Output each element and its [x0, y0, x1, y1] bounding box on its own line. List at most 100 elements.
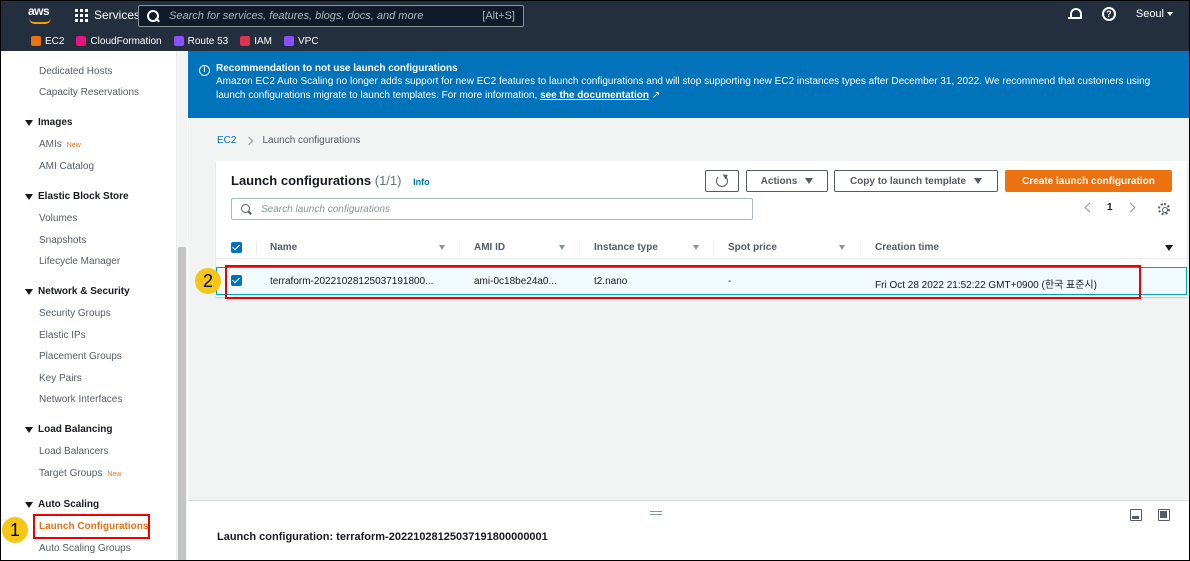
sort-descending-icon[interactable]: [1165, 245, 1173, 251]
favorite-route53[interactable]: Route 53: [173, 35, 229, 47]
panel-title: Launch configurations (1/1) Info: [231, 173, 430, 188]
sort-icon[interactable]: [559, 245, 565, 250]
vpc-service-icon: [283, 36, 294, 46]
sidebar-item-auto-scaling-groups[interactable]: Auto Scaling Groups: [39, 543, 131, 554]
favorite-label: VPC: [297, 35, 319, 47]
favorite-cloudformation[interactable]: CloudFormation: [76, 35, 162, 47]
sidebar-item-target-groups[interactable]: Target Groups New: [39, 468, 121, 479]
details-split-panel: Launch configuration: terraform-20221028…: [188, 500, 1189, 560]
info-link[interactable]: Info: [413, 177, 430, 187]
favorite-vpc[interactable]: VPC: [283, 35, 319, 47]
search-shortcut: [Alt+S]: [482, 10, 515, 22]
drag-handle-icon[interactable]: [650, 511, 662, 515]
sidebar-item-placement-groups[interactable]: Placement Groups: [39, 351, 122, 362]
chevron-right-icon[interactable]: [1125, 202, 1136, 213]
top-right-controls: ? Seoul: [1067, 7, 1173, 21]
aws-logo-text: aws: [28, 4, 50, 18]
global-search-input[interactable]: Search for services, features, blogs, do…: [138, 5, 524, 27]
create-launch-configuration-button[interactable]: Create launch configuration: [1005, 170, 1172, 192]
column-header-spot-price[interactable]: Spot price: [728, 242, 777, 253]
refresh-button[interactable]: [705, 170, 739, 192]
table-search-input[interactable]: Search launch configurations: [231, 198, 753, 220]
pagination: 1: [1084, 202, 1136, 213]
column-header-instance-type[interactable]: Instance type: [594, 242, 658, 253]
favorite-label: Route 53: [187, 35, 229, 47]
collapse-triangle-icon: [25, 193, 33, 200]
actions-label: Actions: [760, 175, 798, 187]
gear-icon[interactable]: [1158, 203, 1170, 215]
page-number[interactable]: 1: [1107, 202, 1113, 213]
favorite-label: EC2: [45, 35, 65, 47]
column-divider: [256, 241, 257, 255]
sidebar-item-ami-catalog[interactable]: AMI Catalog: [39, 161, 94, 172]
sidebar-section-load-balancing[interactable]: Load Balancing: [25, 424, 112, 435]
scrollbar-thumb[interactable]: [178, 247, 186, 560]
copy-to-launch-template-button[interactable]: Copy to launch template: [834, 170, 998, 192]
sidebar-scrollbar[interactable]: [177, 51, 187, 560]
sidebar-section-network-security[interactable]: Network & Security: [25, 286, 130, 297]
caret-down-icon: [805, 178, 814, 184]
section-heading: Load Balancing: [38, 424, 113, 435]
select-all-checkbox[interactable]: [231, 242, 242, 253]
favorites-bar: EC2 CloudFormation Route 53 IAM VPC: [1, 31, 1189, 51]
section-heading: Images: [38, 117, 73, 128]
sidebar-item-amis[interactable]: AMIs New: [39, 139, 81, 150]
new-badge: New: [107, 471, 122, 478]
column-header-creation-time[interactable]: Creation time: [875, 242, 939, 253]
table-search-placeholder: Search launch configurations: [261, 203, 390, 215]
sidebar-section-images[interactable]: Images: [25, 117, 72, 128]
refresh-icon: [716, 175, 728, 187]
sidebar-item-network-interfaces[interactable]: Network Interfaces: [39, 394, 122, 405]
section-heading: Elastic Block Store: [38, 191, 129, 202]
notifications-bell-icon[interactable]: [1067, 7, 1082, 21]
search-placeholder: Search for services, features, blogs, do…: [169, 10, 424, 22]
column-divider: [459, 241, 460, 255]
sidebar-item-capacity-reservations[interactable]: Capacity Reservations: [39, 87, 139, 98]
help-icon[interactable]: ?: [1101, 7, 1116, 21]
sidebar-item-snapshots[interactable]: Snapshots: [39, 235, 86, 246]
column-header-name[interactable]: Name: [270, 242, 297, 253]
external-link-icon[interactable]: ↗: [652, 90, 660, 101]
column-divider: [860, 241, 861, 255]
search-icon: [147, 10, 159, 22]
step-marker-2: 2: [195, 268, 221, 294]
sidebar-section-auto-scaling[interactable]: Auto Scaling: [25, 499, 99, 510]
sidebar-item-key-pairs[interactable]: Key Pairs: [39, 373, 82, 384]
collapse-triangle-icon: [25, 426, 33, 433]
aws-logo[interactable]: aws: [28, 5, 54, 25]
sidebar-item-elastic-ips[interactable]: Elastic IPs: [39, 330, 86, 341]
sidebar-item-lifecycle-manager[interactable]: Lifecycle Manager: [39, 256, 120, 267]
main-content: i Recommendation to not use launch confi…: [188, 51, 1189, 560]
breadcrumb: EC2 Launch configurations: [217, 135, 360, 146]
favorite-ec2[interactable]: EC2: [31, 36, 64, 47]
services-menu-button[interactable]: Services: [75, 8, 140, 22]
sort-icon[interactable]: [839, 245, 845, 250]
panel-title-text: Launch configurations: [231, 173, 372, 188]
column-header-ami-id[interactable]: AMI ID: [474, 242, 505, 253]
documentation-link[interactable]: see the documentation: [540, 90, 649, 101]
banner-title: Recommendation to not use launch configu…: [216, 63, 458, 74]
caret-down-icon: [974, 178, 983, 184]
banner-body: Amazon EC2 Auto Scaling no longer adds s…: [216, 75, 1176, 103]
favorite-label: CloudFormation: [90, 35, 162, 47]
breadcrumb-ec2-link[interactable]: EC2: [217, 135, 236, 146]
sort-icon[interactable]: [693, 245, 699, 250]
sort-icon[interactable]: [439, 245, 445, 250]
favorite-iam[interactable]: IAM: [240, 36, 272, 47]
actions-dropdown[interactable]: Actions: [746, 170, 828, 192]
region-selector[interactable]: Seoul: [1136, 8, 1173, 20]
collapse-triangle-icon: [25, 501, 33, 508]
sidebar-item-security-groups[interactable]: Security Groups: [39, 308, 111, 319]
cloudformation-service-icon: [76, 36, 87, 46]
services-label: Services: [94, 8, 141, 22]
split-bottom-icon[interactable]: [1130, 509, 1142, 521]
split-side-icon[interactable]: [1158, 509, 1170, 521]
sidebar-item-load-balancers[interactable]: Load Balancers: [39, 446, 109, 457]
sidebar-item-volumes[interactable]: Volumes: [39, 213, 77, 224]
sidebar-section-ebs[interactable]: Elastic Block Store: [25, 191, 129, 202]
sidebar-item-dedicated-hosts[interactable]: Dedicated Hosts: [39, 66, 112, 77]
recommendation-banner: i Recommendation to not use launch confi…: [188, 51, 1189, 118]
chevron-left-icon[interactable]: [1084, 202, 1095, 213]
route53-service-icon: [173, 36, 184, 46]
ec2-service-icon: [31, 36, 41, 46]
